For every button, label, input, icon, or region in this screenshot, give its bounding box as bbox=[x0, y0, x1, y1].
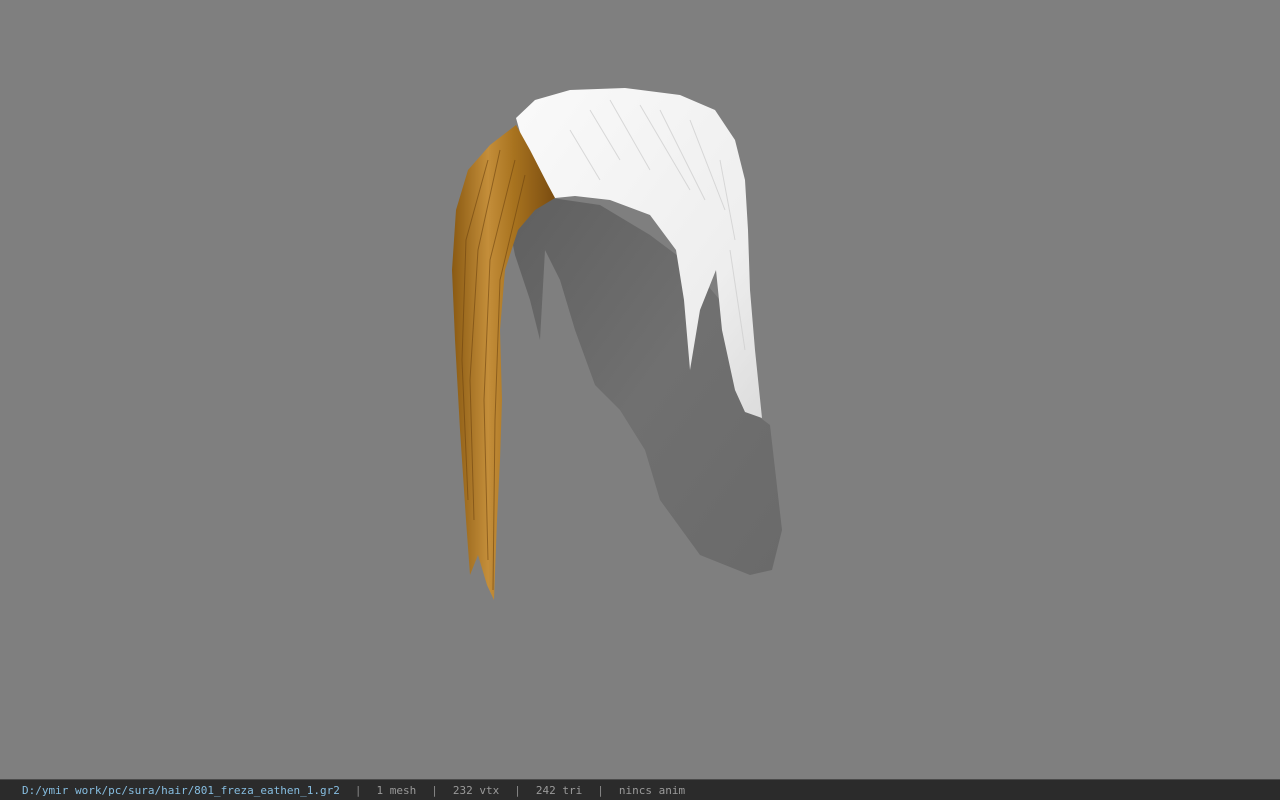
status-bar: D:/ymir work/pc/sura/hair/801_freza_eath… bbox=[0, 779, 1280, 800]
hair-model[interactable] bbox=[0, 0, 1280, 779]
3d-viewport[interactable] bbox=[0, 0, 1280, 779]
triangle-count: 242 tri bbox=[535, 783, 583, 797]
separator: | bbox=[597, 783, 604, 797]
hair-blond-strand bbox=[452, 125, 555, 600]
separator: | bbox=[354, 783, 362, 797]
vertex-count: 232 vtx bbox=[452, 783, 500, 797]
separator: | bbox=[431, 783, 438, 797]
animation-status: nincs anim bbox=[618, 783, 686, 797]
separator: | bbox=[514, 783, 521, 797]
file-path: D:/ymir work/pc/sura/hair/801_freza_eath… bbox=[22, 783, 340, 797]
mesh-count: 1 mesh bbox=[376, 783, 417, 797]
